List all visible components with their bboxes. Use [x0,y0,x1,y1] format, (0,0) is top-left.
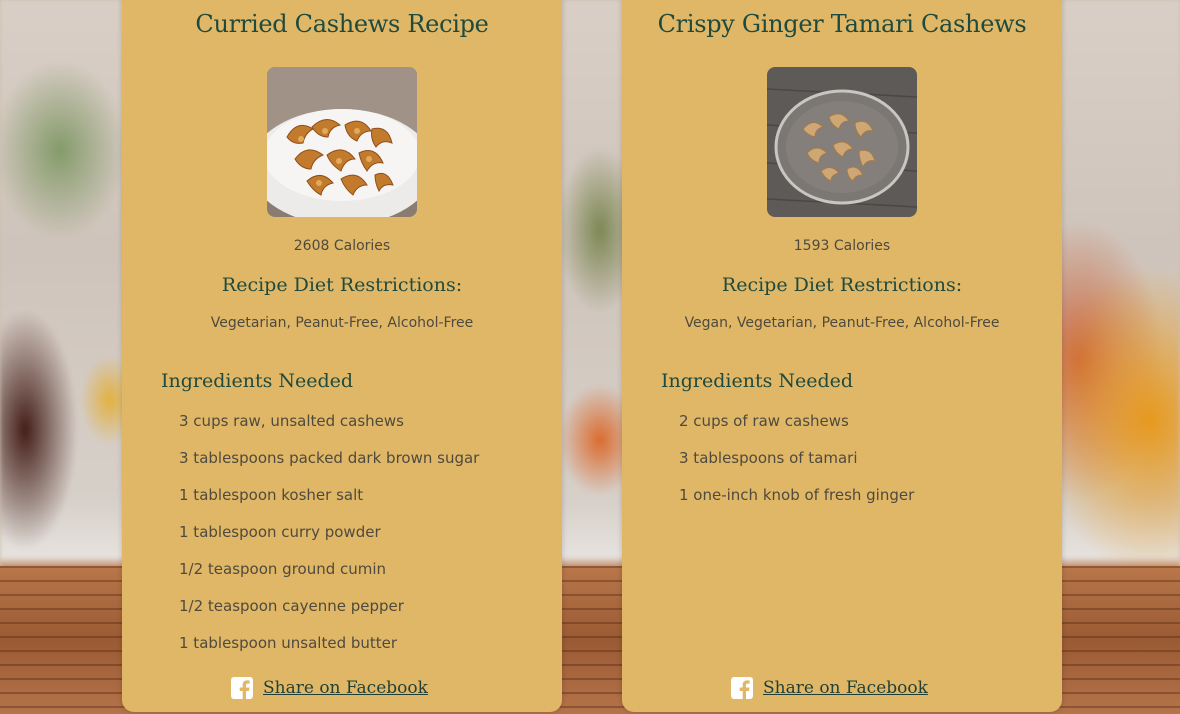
ingredient-item: 1 tablespoon unsalted butter [179,634,398,652]
share-on-facebook[interactable]: Share on Facebook [731,677,928,699]
ingredient-item: 1/2 teaspoon cayenne pepper [179,597,404,615]
calories-value: 2608 Calories [293,238,391,254]
share-on-facebook-link[interactable]: Share on Facebook [263,678,428,698]
ingredients-list: 2 cups of raw cashews 3 tablespoons of t… [679,412,914,523]
ingredient-item: 1 tablespoon curry powder [179,523,381,541]
ingredient-item: 3 tablespoons packed dark brown sugar [179,449,480,467]
curried-cashews-photo [267,67,417,217]
recipe-card: Crispy Ginger Tamari Cashews 1593 Calori… [622,0,1062,712]
ingredient-item: 1/2 teaspoon ground cumin [179,560,387,578]
diet-restrictions-heading: Recipe Diet Restrictions: [221,274,463,296]
ingredient-item: 3 cups raw, unsalted cashews [179,412,404,430]
ingredient-item: 1 tablespoon kosher salt [179,486,364,504]
recipe-title: Curried Cashews Recipe [195,10,489,38]
diet-restrictions-text: Vegetarian, Peanut-Free, Alcohol-Free [210,315,474,331]
calories-value: 1593 Calories [793,238,891,254]
diet-restrictions-heading: Recipe Diet Restrictions: [721,274,963,296]
facebook-icon[interactable] [231,677,253,699]
share-on-facebook[interactable]: Share on Facebook [231,677,428,699]
ingredient-item: 3 tablespoons of tamari [679,449,858,467]
ingredients-heading: Ingredients Needed [661,370,854,392]
recipe-title: Crispy Ginger Tamari Cashews [657,10,1027,38]
ingredients-heading: Ingredients Needed [161,370,354,392]
ingredient-item: 2 cups of raw cashews [679,412,849,430]
recipe-card: Curried Cashews Recipe 2608 Calories Rec… [122,0,562,712]
ingredient-item: 1 one-inch knob of fresh ginger [679,486,915,504]
diet-restrictions-text: Vegan, Vegetarian, Peanut-Free, Alcohol-… [684,315,1000,331]
share-on-facebook-link[interactable]: Share on Facebook [763,678,928,698]
facebook-icon[interactable] [731,677,753,699]
tamari-cashews-photo [767,67,917,217]
ingredients-list: 3 cups raw, unsalted cashews 3 tablespoo… [179,412,479,671]
